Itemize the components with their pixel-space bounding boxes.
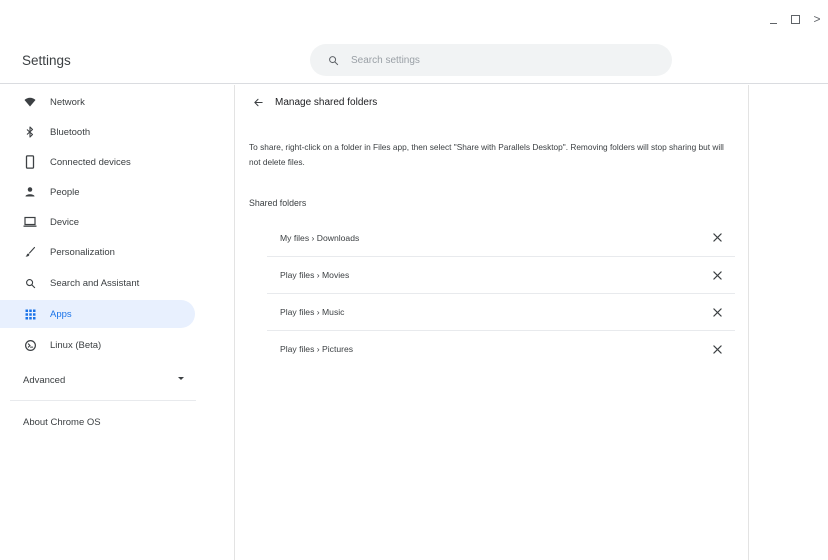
close-icon [712, 344, 722, 354]
sidebar-item-label: Connected devices [50, 156, 131, 168]
close-icon: > [813, 12, 821, 26]
window-controls: > [762, 10, 828, 28]
sidebar-item-label: Bluetooth [50, 126, 91, 138]
list-item: My files › Downloads [267, 219, 735, 256]
person-icon [23, 185, 37, 199]
list-item: Play files › Music [267, 293, 735, 330]
sidebar-item-linux-beta[interactable]: Linux (Beta) [10, 331, 194, 359]
section-title: Shared folders [249, 198, 307, 208]
close-icon [712, 307, 722, 317]
sidebar-divider [10, 400, 196, 401]
laptop-icon [23, 215, 37, 229]
apps-grid-icon [23, 307, 37, 321]
sidebar-item-label: Personalization [50, 246, 115, 258]
about-label: About Chrome OS [23, 416, 101, 428]
main-content-card: Manage shared folders To share, right-cl… [234, 85, 749, 560]
search-input[interactable] [349, 53, 653, 67]
sidebar-item-label: People [50, 186, 80, 198]
wifi-icon [23, 95, 37, 109]
brush-icon [23, 245, 37, 259]
app-title: Settings [22, 53, 71, 68]
sidebar-item-label: Apps [50, 308, 72, 320]
close-icon [712, 270, 722, 280]
bluetooth-icon [23, 125, 37, 139]
remove-folder-button[interactable] [711, 343, 723, 355]
sidebar-item-about-chrome-os[interactable]: About Chrome OS [0, 408, 196, 436]
folder-path: Play files › Music [280, 307, 345, 317]
sidebar-item-connected-devices[interactable]: Connected devices [10, 148, 194, 176]
search-icon [23, 276, 37, 290]
caret-down-icon [178, 377, 184, 380]
list-item: Play files › Movies [267, 256, 735, 293]
sidebar-item-apps[interactable]: Apps [0, 300, 195, 328]
remove-folder-button[interactable] [711, 231, 723, 243]
sidebar-item-network[interactable]: Network [10, 88, 194, 116]
sidebar-advanced-toggle[interactable]: Advanced [0, 366, 196, 394]
sidebar-item-label: Search and Assistant [50, 277, 140, 289]
phone-icon [23, 155, 37, 169]
close-icon [712, 232, 722, 242]
minimize-button[interactable] [762, 10, 784, 28]
sidebar: Network Bluetooth Connected devices Peop… [0, 86, 210, 560]
sidebar-item-label: Network [50, 96, 85, 108]
list-item: Play files › Pictures [267, 330, 735, 367]
page-title: Manage shared folders [275, 96, 378, 108]
maximize-button[interactable] [784, 10, 806, 28]
folder-path: My files › Downloads [280, 232, 360, 243]
shared-folders-list: My files › Downloads Play files › Movies… [267, 219, 735, 367]
remove-folder-button[interactable] [711, 306, 723, 318]
search-box[interactable] [310, 44, 672, 76]
description-text: To share, right-click on a folder in Fil… [249, 142, 724, 167]
arrow-back-icon [253, 98, 263, 106]
search-icon [329, 55, 339, 65]
sidebar-item-label: Device [50, 216, 80, 228]
folder-path: Play files › Pictures [280, 344, 354, 354]
settings-window: > Settings Network Bluetooth [0, 0, 828, 560]
page-header: Manage shared folders [235, 91, 748, 113]
close-button[interactable]: > [806, 10, 828, 28]
back-button[interactable] [249, 93, 267, 111]
settings-header: Settings [0, 38, 828, 84]
minimize-icon [769, 22, 777, 24]
linux-icon [23, 338, 37, 352]
maximize-icon [790, 14, 800, 24]
remove-folder-button[interactable] [711, 269, 723, 281]
sidebar-item-device[interactable]: Device [10, 208, 194, 236]
folder-path: Play files › Movies [280, 270, 350, 280]
sidebar-item-search-and-assistant[interactable]: Search and Assistant [10, 269, 194, 297]
advanced-label: Advanced [23, 374, 66, 386]
sidebar-item-people[interactable]: People [10, 178, 194, 206]
sidebar-item-label: Linux (Beta) [50, 339, 102, 351]
sidebar-item-personalization[interactable]: Personalization [10, 238, 194, 266]
sidebar-item-bluetooth[interactable]: Bluetooth [10, 118, 194, 146]
